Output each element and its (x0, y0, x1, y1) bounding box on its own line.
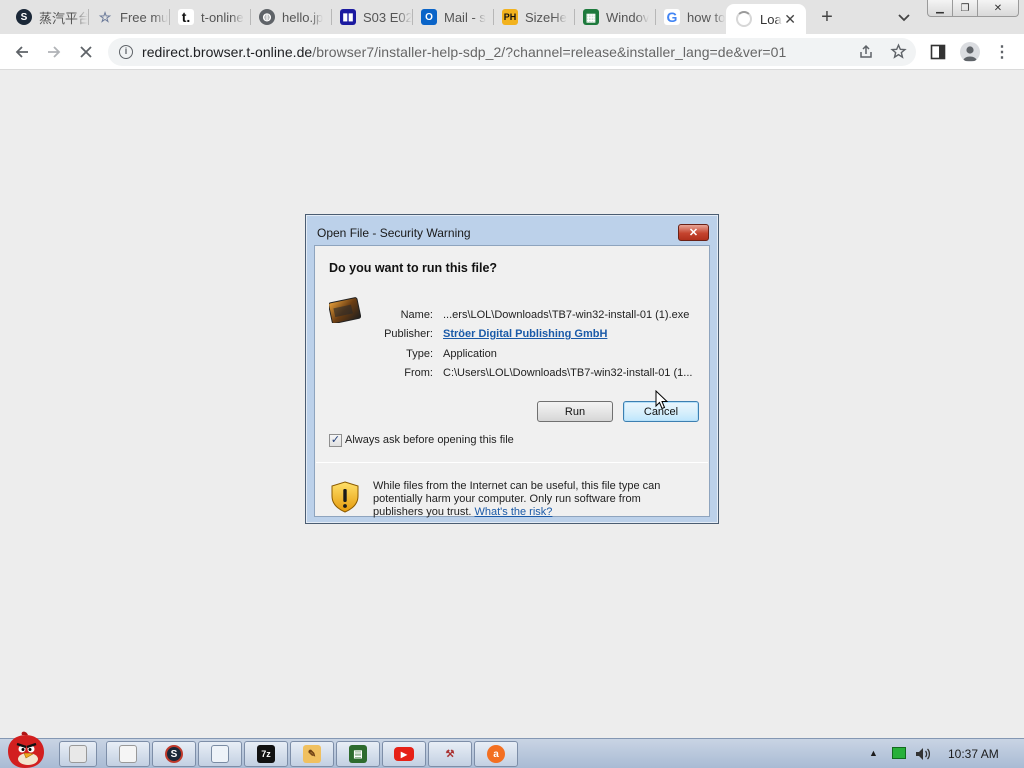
file-explorer-icon (69, 745, 87, 763)
always-ask-checkbox[interactable]: ✓ (329, 434, 342, 447)
tv-icon: ▮▮ (340, 9, 356, 25)
steam-icon: S (165, 745, 183, 763)
checkmark-icon: ✓ (330, 434, 341, 446)
network-icon[interactable] (892, 747, 906, 759)
close-window-button[interactable]: ✕ (977, 0, 1019, 17)
close-icon: ✕ (993, 2, 1003, 14)
warning-text: While files from the Internet can be use… (373, 480, 661, 518)
notepad-icon (119, 745, 137, 763)
browser-toolbar: i redirect.browser.t-online.de/browser7/… (0, 34, 1024, 70)
minimize-button[interactable]: ▁ (927, 0, 953, 17)
publisher-link[interactable]: Ströer Digital Publishing GmbH (443, 328, 607, 340)
stop-x-icon (80, 46, 92, 58)
back-button[interactable] (12, 42, 32, 62)
menu-button[interactable]: ⋮ (992, 42, 1012, 62)
type-value: Application (443, 348, 497, 360)
publisher-label: Publisher: (384, 328, 433, 340)
pencil-icon: ✎ (303, 745, 321, 763)
close-icon: ✕ (688, 227, 699, 239)
tab-loading[interactable]: Loa ✕ (726, 4, 806, 34)
volume-icon[interactable] (914, 746, 932, 762)
dialog-close-button[interactable]: ✕ (678, 224, 709, 241)
tab-how-to[interactable]: G how to (656, 5, 728, 29)
type-label: Type: (406, 348, 433, 360)
more-vert-icon: ⋮ (994, 44, 1010, 61)
tab-steam[interactable]: S 蒸汽平台 (8, 5, 88, 29)
restore-icon: ❐ (960, 2, 970, 14)
side-panel-icon[interactable] (930, 44, 946, 60)
minimize-icon: ▁ (936, 2, 944, 14)
avast-icon: a (487, 745, 505, 763)
taskbar-pencil[interactable]: ✎ (290, 741, 334, 767)
star-outline-icon: ☆ (98, 8, 112, 25)
taskbar-file-explorer[interactable] (59, 741, 97, 767)
dialog-divider (316, 462, 708, 463)
tab-mail[interactable]: O Mail - s (413, 5, 493, 29)
taskbar-avast[interactable]: a (474, 741, 518, 767)
arrow-left-icon (15, 46, 28, 58)
dialog-body: Do you want to run this file? Name: ...e… (314, 245, 710, 518)
whats-the-risk-link[interactable]: What's the risk? (475, 506, 553, 518)
arrow-right-icon (48, 46, 61, 58)
shield-warning-icon (331, 481, 359, 513)
7zip-icon: 7z (257, 745, 275, 763)
taskbar-gpu-monitor[interactable]: ▤ (336, 741, 380, 767)
profile-avatar[interactable] (960, 42, 980, 62)
tab-free-music[interactable]: ☆ Free mu (89, 5, 169, 29)
info-icon[interactable]: i (119, 45, 133, 59)
tab-hello[interactable]: ◍ hello.jp (251, 5, 331, 29)
youtube-icon: ▶ (394, 747, 414, 761)
forward-button[interactable] (44, 42, 64, 62)
outlook-icon: O (421, 9, 437, 25)
url-text: redirect.browser.t-online.de/browser7/in… (142, 44, 787, 60)
tab-s03e02[interactable]: ▮▮ S03 E02 (332, 5, 412, 29)
dialog-question: Do you want to run this file? (329, 261, 498, 275)
name-label: Name: (400, 309, 433, 321)
always-ask-label[interactable]: Always ask before opening this file (345, 434, 514, 446)
taskbar-7zip[interactable]: 7z (244, 741, 288, 767)
globe-icon: ◍ (259, 9, 275, 25)
stop-loading-button[interactable] (76, 42, 96, 62)
gpu-monitor-icon: ▤ (349, 745, 367, 763)
taskbar: S 7z ✎ ▤ ▶ ⚒ a ▲ 10:37 AM (0, 731, 1024, 768)
mouse-cursor-icon (655, 390, 668, 410)
loading-spinner-icon (736, 11, 752, 27)
address-bar[interactable]: i redirect.browser.t-online.de/browser7/… (108, 38, 916, 66)
google-icon: G (664, 9, 680, 25)
sheet-icon: ▦ (583, 9, 599, 25)
from-label: From: (404, 367, 433, 379)
taskbar-notepad[interactable] (106, 741, 150, 767)
security-warning-dialog: Open File - Security Warning ✕ Do you wa… (305, 214, 719, 524)
angry-bird-start-icon[interactable] (2, 731, 48, 768)
name-value: ...ers\LOL\Downloads\TB7-win32-install-0… (443, 309, 690, 321)
person-icon (963, 46, 977, 61)
restore-button[interactable]: ❐ (952, 0, 978, 17)
t-online-icon: t. (178, 9, 194, 25)
tool-icon: ⚒ (445, 748, 455, 760)
document-icon (211, 745, 229, 763)
tab-windows[interactable]: ▦ Windov (575, 5, 655, 29)
tray-expand-arrow-icon[interactable]: ▲ (869, 748, 878, 758)
bookmark-star-icon[interactable] (890, 43, 907, 60)
run-button[interactable]: Run (537, 401, 613, 422)
tab-strip: S 蒸汽平台 ☆ Free mu t. t-online ◍ hello.jp … (0, 0, 1024, 34)
taskbar-tool[interactable]: ⚒ (428, 741, 472, 767)
steam-icon: S (16, 9, 32, 25)
taskbar-document[interactable] (198, 741, 242, 767)
ph-icon: PH (502, 9, 518, 25)
tab-t-online[interactable]: t. t-online (170, 5, 250, 29)
taskbar-youtube[interactable]: ▶ (382, 741, 426, 767)
new-tab-button[interactable]: + (816, 6, 838, 28)
clock[interactable]: 10:37 AM (948, 747, 999, 761)
chevron-down-icon[interactable] (896, 9, 912, 25)
tab-close-icon[interactable]: ✕ (784, 11, 796, 27)
taskbar-steam[interactable]: S (152, 741, 196, 767)
tab-sizehe[interactable]: PH SizeHe (494, 5, 574, 29)
from-value: C:\Users\LOL\Downloads\TB7-win32-install… (443, 367, 693, 379)
share-icon[interactable] (858, 44, 874, 60)
dialog-title: Open File - Security Warning (317, 226, 471, 240)
